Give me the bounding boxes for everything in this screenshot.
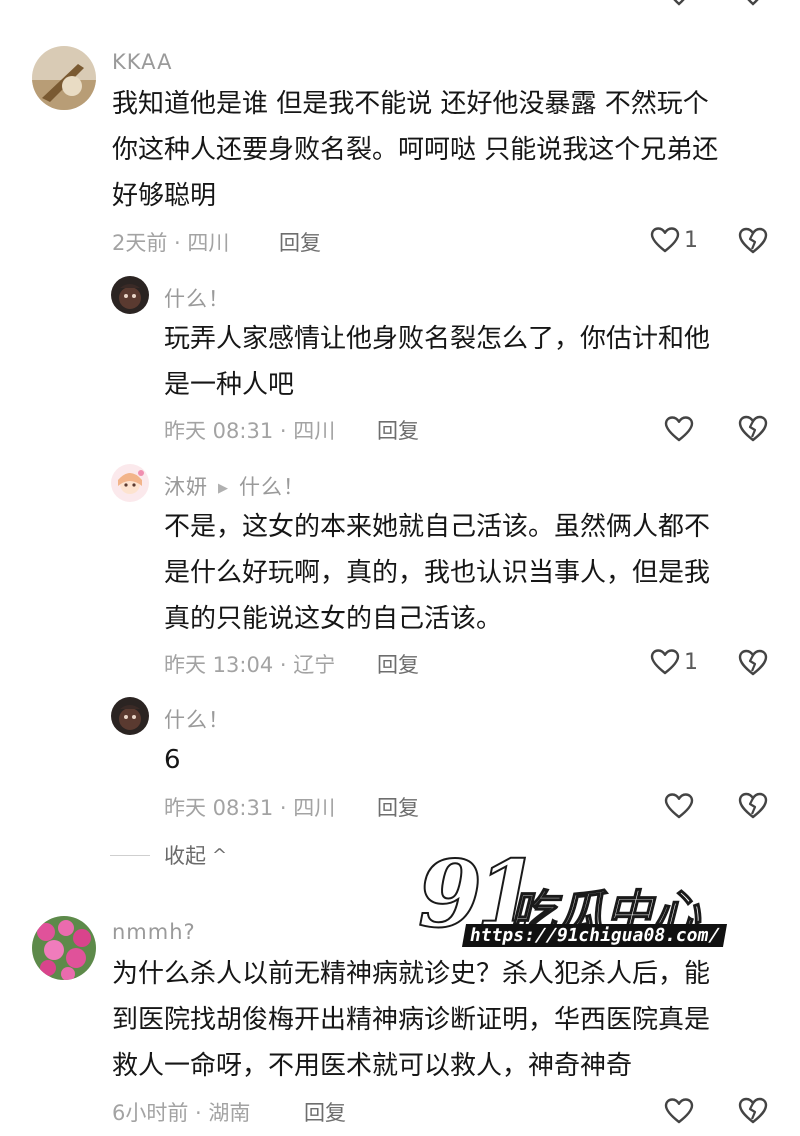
avatar[interactable] [32, 46, 96, 110]
comment-username[interactable]: KKAA [112, 50, 173, 74]
like-button[interactable] [664, 792, 694, 820]
comment-text-line: 好够聪明 [112, 181, 217, 211]
reply-username[interactable]: 什么！ [164, 704, 230, 734]
avatar[interactable] [111, 464, 149, 502]
reply-text-line: 不是，这女的本来她就自己活该。虽然俩人都不 [164, 512, 711, 542]
collapse-label: 收起 [164, 844, 206, 868]
like-button[interactable] [664, 415, 694, 443]
broken-heart-icon [738, 649, 768, 676]
comment-text: 我知道他是谁 但是我不能说 还好他没暴露 不然玩个 你这种人还要身败名裂。呵呵哒… [112, 81, 718, 219]
reply-button[interactable]: 回复 [377, 792, 419, 822]
like-button[interactable]: 1 [650, 226, 698, 254]
comment-text: 为什么杀人以前无精神病就诊史？杀人犯杀人后，能 到医院找胡俊梅开出精神病诊断证明… [112, 951, 710, 1089]
avatar[interactable] [32, 916, 96, 980]
reply-username: 沐妍 ▶ 什么！ [164, 471, 305, 501]
dislike-button[interactable] [738, 647, 768, 681]
reply-meta: 昨天 08:31 · 四川 [164, 796, 336, 820]
reply-author[interactable]: 沐妍 [164, 475, 208, 499]
broken-heart-icon[interactable] [738, 0, 768, 6]
reply-text: 玩弄人家感情让他身败名裂怎么了，你估计和他 是一种人吧 [164, 316, 710, 408]
heart-icon [664, 1098, 694, 1124]
like-count: 1 [684, 227, 698, 253]
chevron-up-icon: ^ [212, 844, 228, 866]
reply-text-line: 6 [164, 745, 181, 775]
reply-text: 6 [164, 737, 181, 783]
comment-text-line: 救人一命呀，不用医术就可以救人，神奇神奇 [112, 1051, 633, 1081]
avatar[interactable] [111, 276, 149, 314]
broken-heart-icon [738, 415, 768, 442]
previous-comment-actions-partial [0, 0, 800, 6]
comment-meta: 2天前 · 四川 [112, 231, 230, 255]
reply-button[interactable]: 回复 [377, 415, 419, 445]
dislike-button[interactable] [738, 413, 768, 447]
broken-heart-icon [738, 1097, 768, 1124]
heart-icon [650, 227, 680, 253]
comment-text-line: 到医院找胡俊梅开出精神病诊断证明，华西医院真是 [112, 1005, 711, 1035]
reply-meta: 昨天 08:31 · 四川 [164, 419, 336, 443]
heart-icon [650, 649, 680, 675]
comment-username[interactable]: nmmh? [112, 920, 196, 944]
comment-text-line: 我知道他是谁 但是我不能说 还好他没暴露 不然玩个 [112, 89, 709, 119]
reply-meta: 昨天 13:04 · 辽宁 [164, 653, 336, 677]
like-count: 1 [684, 649, 698, 675]
watermark-logo: 91 吃瓜中心 https://91chigua08.com/ [417, 847, 728, 958]
reply-text-line: 是一种人吧 [164, 370, 295, 400]
heart-icon [664, 793, 694, 819]
comment-meta: 6小时前 · 湖南 [112, 1101, 251, 1125]
collapse-replies-button[interactable]: 收起 ^ [110, 840, 227, 870]
like-button[interactable] [664, 1097, 694, 1125]
heart-icon [664, 416, 694, 442]
reply-text-line: 是什么好玩啊，真的，我也认识当事人，但是我 [164, 558, 711, 588]
watermark-url: https://91chigua08.com/ [461, 924, 728, 947]
comment-text-line: 你这种人还要身败名裂。呵呵哒 只能说我这个兄弟还 [112, 135, 719, 165]
reply-username[interactable]: 什么！ [164, 283, 230, 313]
reply-button[interactable]: 回复 [377, 649, 419, 679]
comment-text-line: 为什么杀人以前无精神病就诊史？杀人犯杀人后，能 [112, 959, 711, 989]
dislike-button[interactable] [738, 1095, 768, 1129]
reply-text-line: 玩弄人家感情让他身败名裂怎么了，你估计和他 [164, 324, 711, 354]
dislike-button[interactable] [738, 225, 768, 259]
play-triangle-icon: ▶ [218, 481, 229, 496]
broken-heart-icon [738, 792, 768, 819]
reply-text: 不是，这女的本来她就自己活该。虽然俩人都不 是什么好玩啊，真的，我也认识当事人，… [164, 504, 710, 642]
like-button[interactable]: 1 [650, 648, 698, 676]
reply-text-line: 真的只能说这女的自己活该。 [164, 604, 503, 634]
reply-button[interactable]: 回复 [279, 227, 321, 257]
broken-heart-icon [738, 227, 768, 254]
heart-icon[interactable] [664, 0, 694, 6]
reply-target[interactable]: 什么！ [239, 475, 305, 499]
avatar[interactable] [111, 697, 149, 735]
dislike-button[interactable] [738, 790, 768, 824]
divider [110, 854, 150, 856]
reply-button[interactable]: 回复 [304, 1097, 346, 1127]
